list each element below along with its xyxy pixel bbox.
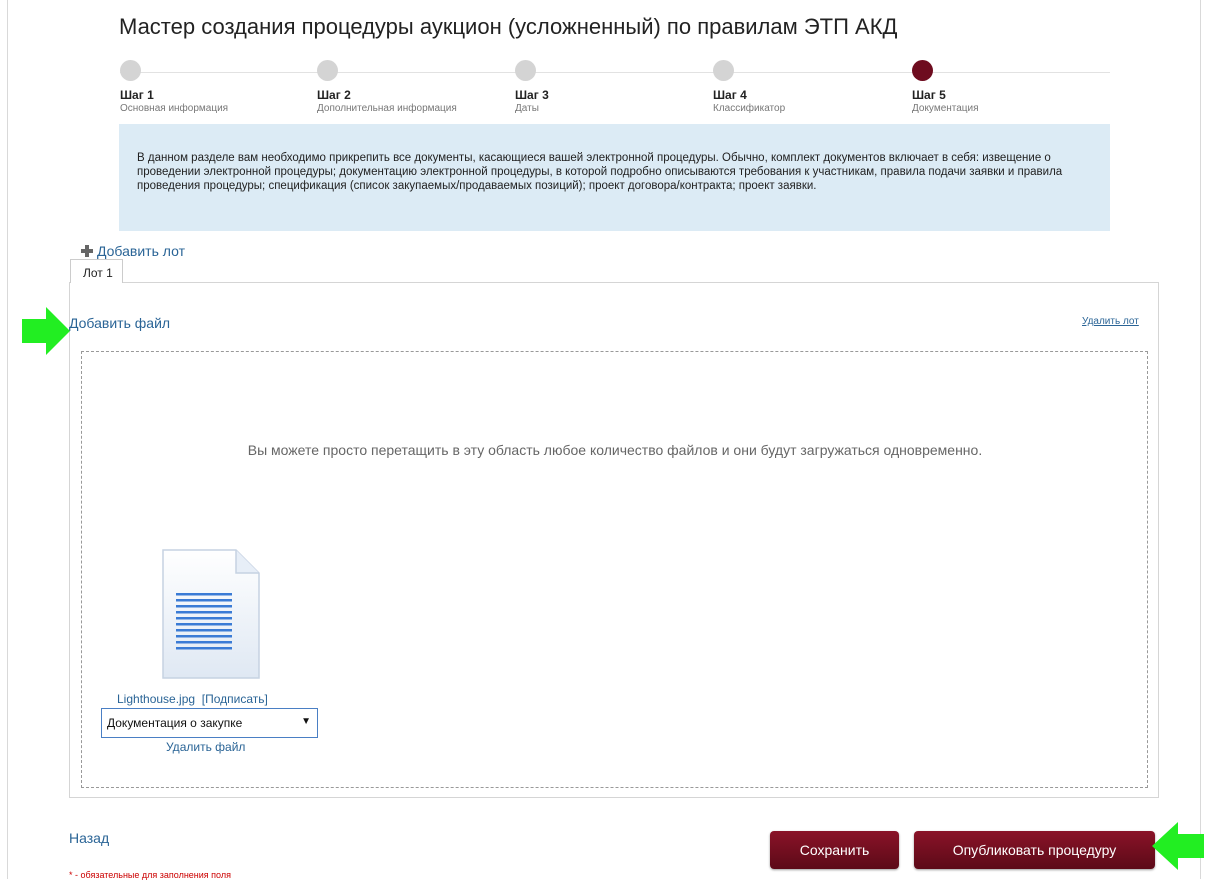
file-name-link[interactable]: Lighthouse.jpg: [117, 692, 195, 706]
add-lot-link[interactable]: Добавить лот: [81, 243, 185, 259]
green-arrow-right-icon: [22, 307, 70, 355]
step-indicator-icon: [515, 60, 536, 81]
publish-procedure-button[interactable]: Опубликовать процедуру: [914, 831, 1155, 869]
left-border: [7, 0, 8, 879]
step-3[interactable]: Шаг 3 Даты: [515, 60, 705, 114]
dropzone-hint: Вы можете просто перетащить в эту област…: [247, 442, 983, 458]
info-box: В данном разделе вам необходимо прикрепи…: [119, 124, 1110, 231]
delete-file-link[interactable]: Удалить файл: [166, 740, 245, 754]
step-description: Даты: [515, 103, 539, 114]
step-name: Шаг 5: [912, 88, 946, 102]
back-link[interactable]: Назад: [69, 830, 109, 846]
step-name: Шаг 4: [713, 88, 747, 102]
step-description: Документация: [912, 103, 979, 114]
info-text: В данном разделе вам необходимо прикрепи…: [137, 152, 1063, 192]
document-icon: [162, 549, 260, 679]
tab-lot-1[interactable]: Лот 1: [70, 259, 123, 283]
delete-lot-link[interactable]: Удалить лот: [1082, 316, 1139, 327]
green-arrow-left-icon: [1152, 822, 1204, 870]
step-indicator-icon: [120, 60, 141, 81]
document-type-value: Документация о закупке: [107, 716, 243, 730]
step-name: Шаг 2: [317, 88, 351, 102]
step-indicator-icon: [317, 60, 338, 81]
step-4[interactable]: Шаг 4 Классификатор: [713, 60, 903, 114]
right-border: [1200, 0, 1201, 879]
step-description: Классификатор: [713, 103, 786, 114]
step-indicator-icon: [912, 60, 933, 81]
file-entry: Lighthouse.jpg [Подписать]: [117, 692, 268, 706]
step-description: Дополнительная информация: [317, 103, 457, 114]
dropdown-arrow-icon: ▼: [301, 716, 311, 727]
document-type-select[interactable]: Документация о закупке ▼: [101, 708, 318, 738]
step-name: Шаг 3: [515, 88, 549, 102]
add-file-link[interactable]: Добавить файл: [69, 315, 170, 331]
page-title: Мастер создания процедуры аукцион (услож…: [119, 14, 898, 39]
plus-icon: [81, 245, 93, 257]
step-description: Основная информация: [120, 103, 229, 114]
step-1[interactable]: Шаг 1 Основная информация: [120, 60, 310, 114]
save-button[interactable]: Сохранить: [770, 831, 899, 869]
step-name: Шаг 1: [120, 88, 154, 102]
sign-file-link[interactable]: [Подписать]: [202, 692, 268, 706]
add-lot-label: Добавить лот: [97, 243, 185, 259]
step-indicator-icon: [713, 60, 734, 81]
step-5[interactable]: Шаг 5 Документация: [912, 60, 1102, 114]
step-2[interactable]: Шаг 2 Дополнительная информация: [317, 60, 507, 114]
